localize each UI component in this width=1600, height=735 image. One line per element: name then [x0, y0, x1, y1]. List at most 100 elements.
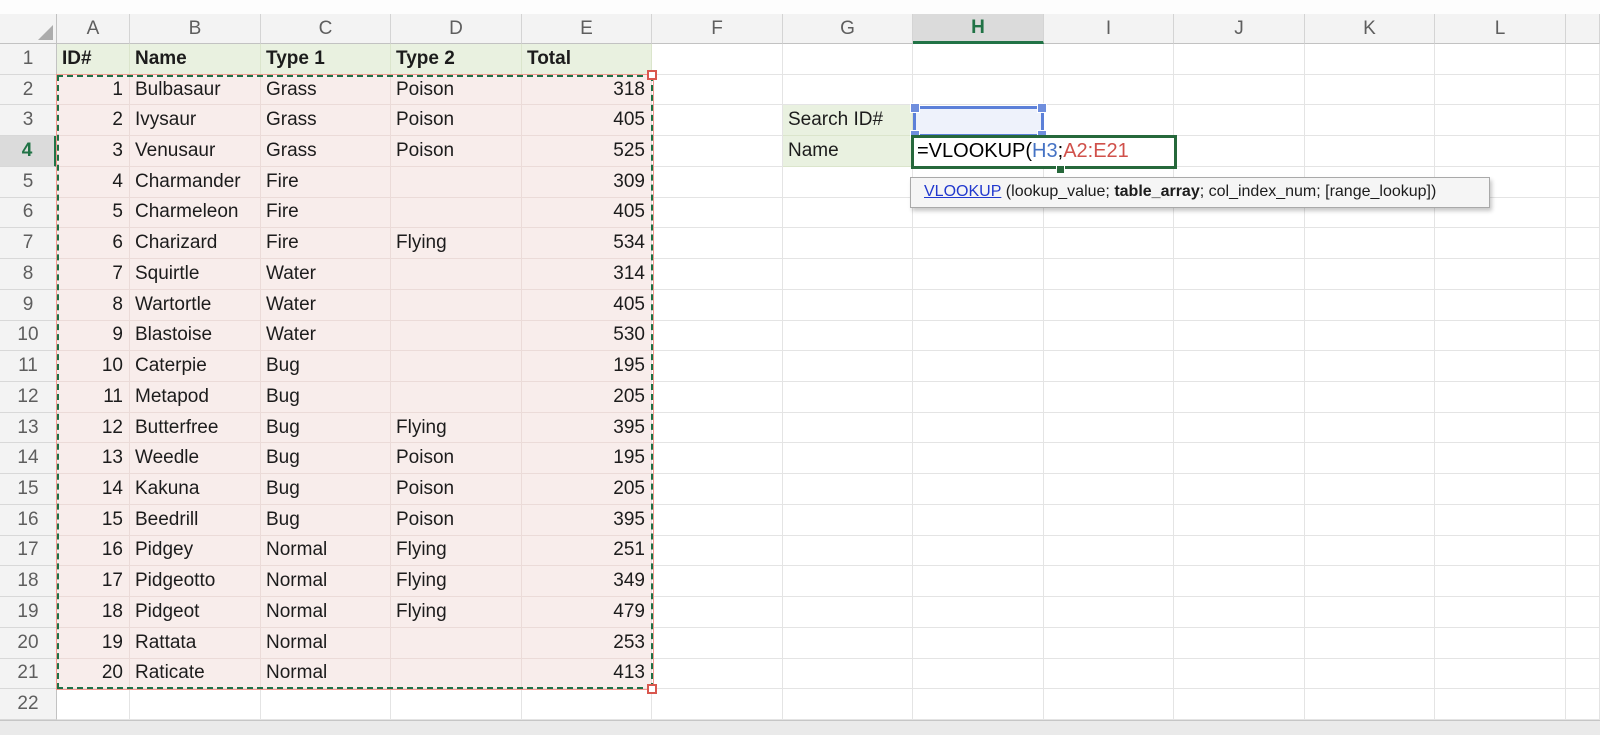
cell-a5[interactable]: 4: [57, 167, 130, 198]
cell-k7[interactable]: [1305, 228, 1435, 259]
cell-l16[interactable]: [1435, 505, 1566, 536]
cell-b18[interactable]: Pidgeotto: [130, 566, 261, 597]
cell-i8[interactable]: [1044, 259, 1174, 290]
col-header-i[interactable]: I: [1044, 14, 1174, 44]
cell-g1[interactable]: [783, 44, 913, 75]
row-header-5[interactable]: 5: [0, 167, 57, 198]
cell-j17[interactable]: [1174, 536, 1305, 567]
cell-k2[interactable]: [1305, 75, 1435, 106]
row-header-22[interactable]: 22: [0, 689, 57, 720]
cell-i15[interactable]: [1044, 474, 1174, 505]
cell-j11[interactable]: [1174, 351, 1305, 382]
cell-l2[interactable]: [1435, 75, 1566, 106]
cell-j12[interactable]: [1174, 382, 1305, 413]
cell-i17[interactable]: [1044, 536, 1174, 567]
cell-i21[interactable]: [1044, 659, 1174, 690]
cell-b13[interactable]: Butterfree: [130, 413, 261, 444]
cell-g16[interactable]: [783, 505, 913, 536]
cell-edge7[interactable]: [1566, 228, 1600, 259]
cell-d22[interactable]: [391, 689, 522, 720]
cell-g19[interactable]: [783, 597, 913, 628]
cell-l12[interactable]: [1435, 382, 1566, 413]
cell-k1[interactable]: [1305, 44, 1435, 75]
cell-c10[interactable]: Water: [261, 321, 391, 352]
row-header-20[interactable]: 20: [0, 628, 57, 659]
cell-c7[interactable]: Fire: [261, 228, 391, 259]
range-corner-handle-top-right[interactable]: [647, 70, 657, 80]
cell-a1[interactable]: ID#: [57, 44, 130, 75]
cell-h2[interactable]: [913, 75, 1044, 106]
cell-k19[interactable]: [1305, 597, 1435, 628]
cell-h16[interactable]: [913, 505, 1044, 536]
cell-k17[interactable]: [1305, 536, 1435, 567]
cell-g4[interactable]: Name: [783, 136, 913, 167]
cell-edge13[interactable]: [1566, 413, 1600, 444]
cell-g7[interactable]: [783, 228, 913, 259]
cell-edge15[interactable]: [1566, 474, 1600, 505]
cell-b21[interactable]: Raticate: [130, 659, 261, 690]
cell-j9[interactable]: [1174, 290, 1305, 321]
cell-d9[interactable]: [391, 290, 522, 321]
cell-g21[interactable]: [783, 659, 913, 690]
cell-c6[interactable]: Fire: [261, 198, 391, 229]
cell-j2[interactable]: [1174, 75, 1305, 106]
cell-a22[interactable]: [57, 689, 130, 720]
cell-i16[interactable]: [1044, 505, 1174, 536]
cell-j13[interactable]: [1174, 413, 1305, 444]
cell-i19[interactable]: [1044, 597, 1174, 628]
edit-cell-fill-handle[interactable]: [1056, 165, 1065, 174]
cell-b9[interactable]: Wartortle: [130, 290, 261, 321]
col-header-a[interactable]: A: [57, 14, 130, 44]
cell-l15[interactable]: [1435, 474, 1566, 505]
cell-c14[interactable]: Bug: [261, 443, 391, 474]
cell-c15[interactable]: Bug: [261, 474, 391, 505]
cell-e3[interactable]: 405: [522, 105, 652, 136]
cell-edge10[interactable]: [1566, 321, 1600, 352]
cell-f15[interactable]: [652, 474, 783, 505]
row-header-10[interactable]: 10: [0, 321, 57, 352]
cell-g15[interactable]: [783, 474, 913, 505]
cell-f4[interactable]: [652, 136, 783, 167]
cell-b15[interactable]: Kakuna: [130, 474, 261, 505]
cell-f6[interactable]: [652, 198, 783, 229]
row-header-8[interactable]: 8: [0, 259, 57, 290]
cell-j14[interactable]: [1174, 443, 1305, 474]
cell-j1[interactable]: [1174, 44, 1305, 75]
cell-h9[interactable]: [913, 290, 1044, 321]
cell-b10[interactable]: Blastoise: [130, 321, 261, 352]
cell-d13[interactable]: Flying: [391, 413, 522, 444]
cell-a7[interactable]: 6: [57, 228, 130, 259]
cell-b2[interactable]: Bulbasaur: [130, 75, 261, 106]
cell-k20[interactable]: [1305, 628, 1435, 659]
cell-f8[interactable]: [652, 259, 783, 290]
cell-l7[interactable]: [1435, 228, 1566, 259]
cell-k18[interactable]: [1305, 566, 1435, 597]
cell-j19[interactable]: [1174, 597, 1305, 628]
col-header-c[interactable]: C: [261, 14, 391, 44]
cell-l9[interactable]: [1435, 290, 1566, 321]
cell-g17[interactable]: [783, 536, 913, 567]
cell-b17[interactable]: Pidgey: [130, 536, 261, 567]
cell-k16[interactable]: [1305, 505, 1435, 536]
cell-k8[interactable]: [1305, 259, 1435, 290]
cell-edge2[interactable]: [1566, 75, 1600, 106]
cell-c11[interactable]: Bug: [261, 351, 391, 382]
cell-d20[interactable]: [391, 628, 522, 659]
cell-a4[interactable]: 3: [57, 136, 130, 167]
cell-edge3[interactable]: [1566, 105, 1600, 136]
cell-f9[interactable]: [652, 290, 783, 321]
range-corner-handle-bottom-right[interactable]: [647, 684, 657, 694]
cell-b12[interactable]: Metapod: [130, 382, 261, 413]
cell-c16[interactable]: Bug: [261, 505, 391, 536]
cell-h7[interactable]: [913, 228, 1044, 259]
cell-a13[interactable]: 12: [57, 413, 130, 444]
cell-i9[interactable]: [1044, 290, 1174, 321]
cell-c4[interactable]: Grass: [261, 136, 391, 167]
cell-d16[interactable]: Poison: [391, 505, 522, 536]
cell-e22[interactable]: [522, 689, 652, 720]
cell-i11[interactable]: [1044, 351, 1174, 382]
cell-c13[interactable]: Bug: [261, 413, 391, 444]
cell-i20[interactable]: [1044, 628, 1174, 659]
cell-g9[interactable]: [783, 290, 913, 321]
cell-e2[interactable]: 318: [522, 75, 652, 106]
